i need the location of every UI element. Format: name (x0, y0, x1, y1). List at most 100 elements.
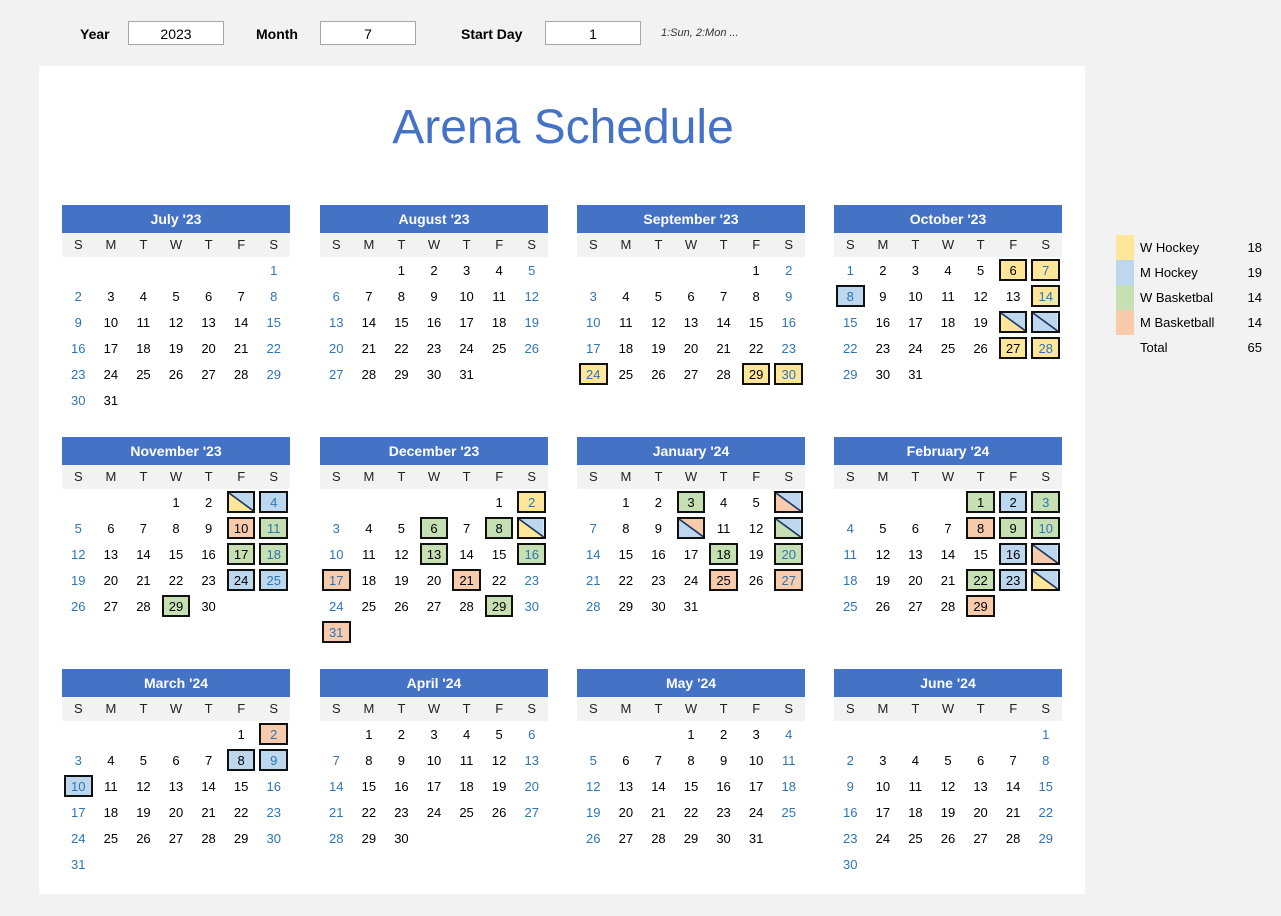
day-cell[interactable]: 27 (964, 825, 997, 851)
day-cell[interactable]: 2 (385, 721, 418, 747)
day-cell[interactable]: 3 (740, 721, 773, 747)
day-cell[interactable]: 15 (160, 541, 193, 567)
day-cell[interactable]: 4 (932, 257, 965, 283)
day-cell[interactable]: 5 (385, 515, 418, 541)
day-cell[interactable]: 17 (867, 799, 900, 825)
day-cell[interactable]: 10 (899, 283, 932, 309)
day-cell[interactable]: 25 (127, 361, 160, 387)
day-cell[interactable]: 21 (997, 799, 1030, 825)
day-cell[interactable]: 7 (450, 515, 483, 541)
day-cell[interactable]: 19 (642, 335, 675, 361)
day-cell[interactable]: 20 (610, 799, 643, 825)
day-cell[interactable]: 26 (62, 593, 95, 619)
day-cell[interactable]: 14 (642, 773, 675, 799)
day-cell[interactable]: 30 (418, 361, 451, 387)
day-cell[interactable]: 18 (834, 567, 867, 593)
day-cell[interactable]: 15 (675, 773, 708, 799)
day-cell[interactable]: 21 (127, 567, 160, 593)
day-cell[interactable]: 8 (1029, 747, 1062, 773)
day-cell[interactable]: 25 (259, 569, 288, 591)
day-cell[interactable]: 28 (997, 825, 1030, 851)
day-cell[interactable]: 1 (385, 257, 418, 283)
day-cell[interactable]: 1 (675, 721, 708, 747)
day-cell[interactable]: 5 (160, 283, 193, 309)
day-cell[interactable]: 12 (515, 283, 548, 309)
day-cell[interactable]: 4 (259, 491, 288, 513)
day-cell[interactable]: 3 (95, 283, 128, 309)
day-cell[interactable]: 7 (353, 283, 386, 309)
day-cell[interactable]: 27 (774, 569, 803, 591)
day-cell[interactable]: 6 (515, 721, 548, 747)
day-cell[interactable]: 19 (127, 799, 160, 825)
day-cell[interactable]: 19 (160, 335, 193, 361)
day-cell[interactable]: 8 (353, 747, 386, 773)
day-cell[interactable]: 20 (320, 335, 353, 361)
day-cell[interactable]: 29 (353, 825, 386, 851)
day-cell[interactable]: 26 (642, 361, 675, 387)
day-cell[interactable]: 2 (642, 489, 675, 515)
day-cell[interactable]: 24 (867, 825, 900, 851)
day-cell[interactable]: 10 (867, 773, 900, 799)
day-cell[interactable]: 9 (707, 747, 740, 773)
day-cell[interactable]: 10 (1031, 517, 1060, 539)
day-cell[interactable]: 8 (160, 515, 193, 541)
day-cell[interactable]: 7 (577, 515, 610, 541)
day-cell[interactable]: 2 (259, 723, 288, 745)
day-cell[interactable]: 29 (834, 361, 867, 387)
day-cell[interactable]: 13 (610, 773, 643, 799)
day-cell[interactable]: 8 (966, 517, 995, 539)
day-cell[interactable]: 2 (707, 721, 740, 747)
day-cell[interactable]: 13 (320, 309, 353, 335)
day-cell[interactable]: 6 (192, 283, 225, 309)
day-cell[interactable]: 25 (709, 569, 738, 591)
day-cell[interactable]: 28 (450, 593, 483, 619)
day-cell[interactable]: 24 (418, 799, 451, 825)
day-cell[interactable]: 9 (385, 747, 418, 773)
day-cell[interactable]: 1 (1029, 721, 1062, 747)
day-cell[interactable]: 20 (515, 773, 548, 799)
day-cell[interactable]: 12 (642, 309, 675, 335)
day-cell[interactable]: 15 (964, 541, 997, 567)
day-cell[interactable]: 22 (610, 567, 643, 593)
day-cell[interactable]: 13 (160, 773, 193, 799)
day-cell[interactable]: 4 (834, 515, 867, 541)
day-cell[interactable]: 24 (579, 363, 608, 385)
day-cell[interactable]: 4 (127, 283, 160, 309)
day-cell[interactable]: 13 (515, 747, 548, 773)
day-cell[interactable]: 8 (226, 749, 256, 771)
day-cell[interactable]: 13 (964, 773, 997, 799)
day-cell[interactable]: 4 (353, 515, 386, 541)
day-cell[interactable]: 2 (867, 257, 900, 283)
day-cell[interactable]: 25 (483, 335, 516, 361)
day-cell[interactable]: 29 (161, 595, 191, 617)
day-cell[interactable]: 16 (192, 541, 225, 567)
day-cell[interactable]: 17 (322, 569, 351, 591)
day-cell[interactable]: 3 (867, 747, 900, 773)
day-cell[interactable]: 10 (577, 309, 610, 335)
day-cell[interactable]: 27 (899, 593, 932, 619)
day-cell[interactable]: 6 (320, 283, 353, 309)
day-cell[interactable]: 15 (1029, 773, 1062, 799)
day-cell[interactable]: 27 (998, 337, 1028, 359)
day-cell[interactable]: 20 (192, 335, 225, 361)
day-cell[interactable]: 30 (834, 851, 867, 877)
day-cell[interactable]: 5 (577, 747, 610, 773)
day-cell[interactable]: 3 (320, 515, 353, 541)
day-cell[interactable]: 3 (418, 721, 451, 747)
day-cell[interactable]: 21 (225, 335, 258, 361)
day-cell[interactable]: 20 (95, 567, 128, 593)
day-cell[interactable]: 12 (62, 541, 95, 567)
day-cell[interactable]: 24 (226, 569, 256, 591)
month-input[interactable]: 7 (320, 21, 416, 45)
day-cell[interactable]: 6 (419, 517, 449, 539)
day-cell[interactable]: 8 (675, 747, 708, 773)
day-cell[interactable]: 10 (740, 747, 773, 773)
day-cell[interactable]: 22 (1029, 799, 1062, 825)
day-cell[interactable]: 28 (192, 825, 225, 851)
day-cell[interactable]: 24 (62, 825, 95, 851)
day-cell[interactable]: 18 (259, 543, 288, 565)
day-cell[interactable]: 14 (577, 541, 610, 567)
day-cell[interactable]: 24 (899, 335, 932, 361)
day-cell[interactable]: 19 (385, 567, 418, 593)
day-cell[interactable]: 31 (450, 361, 483, 387)
